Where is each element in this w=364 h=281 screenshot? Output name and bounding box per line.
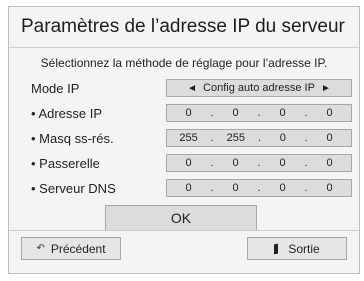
gateway-label: • Passerelle	[31, 156, 100, 171]
ip-address-field[interactable]: 0. 0. 0. 0	[166, 104, 352, 122]
octet-separator: .	[304, 107, 308, 119]
mask-octet-2: 255	[226, 132, 245, 144]
gateway-field[interactable]: 0. 0. 0. 0	[166, 154, 352, 172]
gateway-octet-4: 0	[326, 157, 333, 169]
exit-icon	[274, 243, 279, 254]
ip-octet-2: 0	[232, 107, 239, 119]
ip-octet-4: 0	[326, 107, 333, 119]
exit-button[interactable]: Sortie	[247, 237, 347, 260]
ip-settings-dialog: Paramètres de l’adresse IP du serveur Sé…	[8, 6, 360, 274]
dns-octet-2: 0	[232, 182, 239, 194]
gateway-octet-1: 0	[185, 157, 192, 169]
dialog-title: Paramètres de l’adresse IP du serveur	[9, 7, 359, 47]
octet-separator: .	[210, 132, 214, 144]
exit-button-label: Sortie	[288, 241, 320, 256]
octet-separator: .	[210, 107, 214, 119]
octet-separator: .	[210, 157, 214, 169]
octet-separator: .	[304, 157, 308, 169]
mask-octet-4: 0	[326, 132, 333, 144]
ok-button[interactable]: OK	[105, 205, 257, 231]
octet-separator: .	[257, 157, 261, 169]
mode-ip-selector[interactable]: ◄ Config auto adresse IP ►	[166, 79, 352, 97]
ip-address-label: • Adresse IP	[31, 106, 103, 121]
instruction-text: Sélectionnez la méthode de réglage pour …	[40, 56, 328, 70]
subnet-mask-label: • Masq ss-rés.	[31, 131, 114, 146]
gateway-octet-3: 0	[279, 157, 286, 169]
octet-separator: .	[257, 182, 261, 194]
octet-separator: .	[304, 132, 308, 144]
octet-separator: .	[210, 182, 214, 194]
octet-separator: .	[304, 182, 308, 194]
back-button-label: Précédent	[50, 241, 106, 256]
footer-divider	[9, 230, 359, 231]
mask-octet-3: 0	[279, 132, 286, 144]
octet-separator: .	[257, 107, 261, 119]
right-arrow-icon[interactable]: ►	[315, 83, 337, 94]
dns-server-field[interactable]: 0. 0. 0. 0	[166, 179, 352, 197]
ip-octet-3: 0	[279, 107, 286, 119]
back-button[interactable]: ↶ Précédent	[21, 237, 121, 260]
left-arrow-icon[interactable]: ◄	[181, 83, 203, 94]
dns-octet-1: 0	[185, 182, 192, 194]
title-divider	[9, 47, 359, 48]
mode-ip-value: Config auto adresse IP	[203, 82, 315, 94]
dns-server-label: • Serveur DNS	[31, 181, 116, 196]
gateway-octet-2: 0	[232, 157, 239, 169]
dns-octet-4: 0	[326, 182, 333, 194]
mask-octet-1: 255	[179, 132, 198, 144]
mode-ip-label: Mode IP	[31, 81, 80, 96]
subnet-mask-field[interactable]: 255. 255. 0. 0	[166, 129, 352, 147]
ip-octet-1: 0	[185, 107, 192, 119]
dns-octet-3: 0	[279, 182, 286, 194]
return-arrow-icon: ↶	[36, 243, 45, 254]
octet-separator: .	[257, 132, 261, 144]
